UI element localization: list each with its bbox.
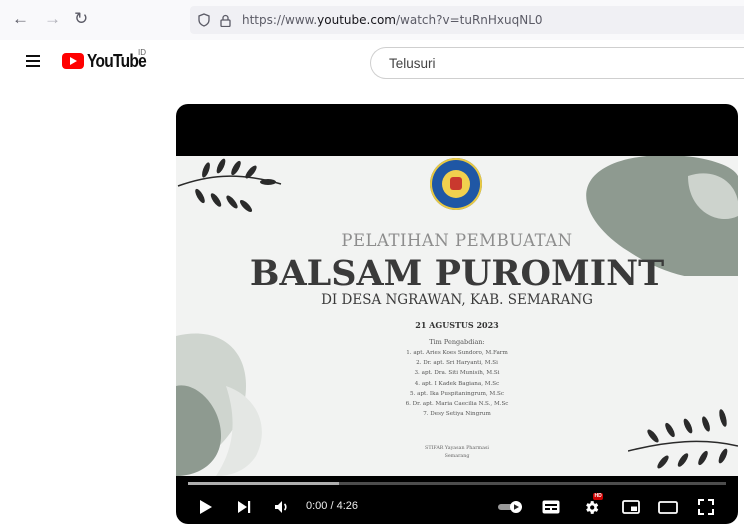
team-member: 2. Dr. apt. Sri Haryanti, M.Si — [416, 360, 498, 367]
next-button[interactable] — [234, 490, 254, 524]
progress-buffered — [188, 482, 339, 485]
theater-mode-icon — [658, 500, 678, 514]
fullscreen-button[interactable] — [694, 490, 718, 524]
theater-mode-button[interactable] — [656, 490, 680, 524]
leaf-branch-icon — [177, 158, 282, 213]
institution-seal-logo — [430, 158, 482, 210]
mute-button[interactable] — [272, 490, 292, 524]
slide-location: DI DESA NGRAWAN, KAB. SEMARANG — [321, 292, 593, 308]
search-input[interactable]: Telusuri — [370, 47, 744, 79]
team-member: 4. apt. I Kadek Bagiana, M.Sc — [414, 380, 500, 387]
team-member: 1. apt. Aries Koes Sundoro, M.Farm — [406, 350, 508, 356]
browser-toolbar: ← → ↻ https://www.youtube.com/watch?v=tu… — [0, 0, 744, 41]
search-placeholder: Telusuri — [389, 56, 436, 71]
team-heading: Tim Pengabdian: — [429, 338, 485, 346]
miniplayer-button[interactable] — [620, 490, 642, 524]
slide-organization: STIFAR Yayasan Pharmasi Semarang — [176, 445, 738, 461]
url-text: https://www.youtube.com/watch?v=tuRnHxuq… — [242, 13, 543, 27]
autoplay-toggle[interactable] — [496, 490, 526, 524]
youtube-header: YouTube ID Telusuri — [0, 40, 744, 84]
fullscreen-icon — [698, 499, 714, 515]
lock-icon[interactable] — [220, 6, 231, 34]
shield-icon[interactable] — [198, 6, 210, 34]
autoplay-toggle-icon — [498, 501, 522, 513]
volume-icon — [275, 501, 287, 513]
slide-subtitle: PELATIHAN PEMBUATAN — [341, 231, 573, 250]
team-member: 3. apt. Dra. Siti Munisih, M.Si — [414, 370, 500, 377]
play-button[interactable] — [196, 490, 216, 524]
video-frame: PELATIHAN PEMBUATAN BALSAM PUROMINT DI D… — [176, 156, 738, 476]
video-player[interactable]: PELATIHAN PEMBUATAN BALSAM PUROMINT DI D… — [176, 104, 738, 524]
gear-icon — [585, 500, 598, 514]
org-line: Semarang — [444, 454, 470, 459]
subtitles-button[interactable] — [540, 490, 562, 524]
play-logo-icon — [62, 53, 84, 69]
team-member: 7. Desy Setiya Ningrum — [423, 411, 491, 418]
reload-icon[interactable]: ↻ — [74, 9, 88, 29]
team-member: 5. apt. Ika Puspitaningrum, M.Sc — [410, 390, 504, 397]
address-bar[interactable]: https://www.youtube.com/watch?v=tuRnHxuq… — [190, 6, 744, 34]
team-list: 1. apt. Aries Koes Sundoro, M.Farm 2. Dr… — [176, 348, 738, 419]
arrow-right-icon[interactable]: → — [44, 9, 61, 29]
settings-button[interactable]: HD — [580, 490, 604, 524]
arrow-left-icon[interactable]: ← — [12, 9, 29, 29]
miniplayer-icon — [622, 500, 640, 514]
time-display: 0:00 / 4:26 — [306, 500, 358, 512]
captions-icon — [542, 500, 560, 514]
team-member: 6. Dr. apt. Maria Caecilia N.S., M.Sc — [405, 401, 509, 408]
skip-next-icon — [238, 501, 251, 513]
play-icon — [200, 500, 212, 514]
progress-bar[interactable] — [188, 482, 726, 485]
slide-title: BALSAM PUROMINT — [249, 253, 665, 294]
region-code: ID — [138, 48, 146, 57]
player-controls: 0:00 / 4:26 HD — [176, 490, 738, 524]
menu-icon[interactable] — [26, 55, 40, 67]
slide-date: 21 AGUSTUS 2023 — [415, 320, 499, 330]
hd-badge: HD — [593, 493, 604, 500]
org-line: STIFAR Yayasan Pharmasi — [425, 446, 489, 451]
